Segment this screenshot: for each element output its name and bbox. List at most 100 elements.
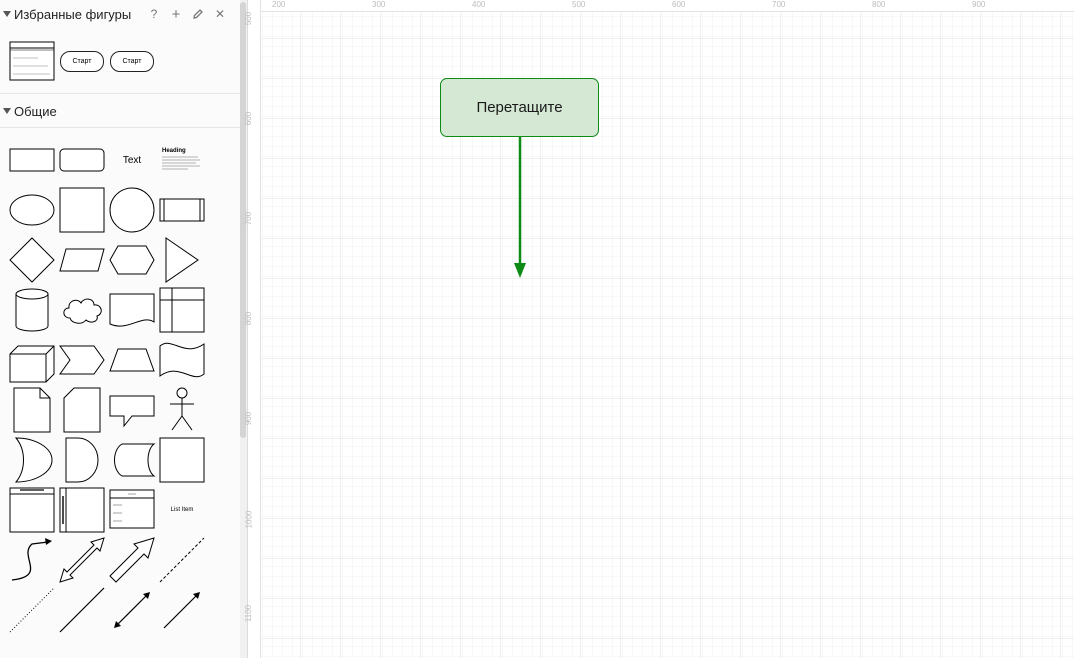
section-divider	[0, 93, 240, 94]
ruler-left-label: 1000	[244, 510, 254, 529]
process-shape[interactable]	[158, 186, 206, 234]
close-icon[interactable]: ✕	[212, 6, 228, 22]
circle-shape[interactable]	[108, 186, 156, 234]
list-item-label: List Item	[170, 507, 194, 513]
textbox-shape[interactable]: Heading	[158, 136, 206, 184]
card-shape[interactable]	[58, 386, 106, 434]
card-icon	[63, 387, 101, 433]
container-shape[interactable]	[8, 486, 56, 534]
ruler-left-label: 600	[244, 111, 254, 126]
ruler-left-label: 1100	[244, 604, 254, 623]
ruler-top-label: 900	[972, 0, 986, 9]
parallelogram-shape[interactable]	[58, 236, 106, 284]
square-shape[interactable]	[58, 186, 106, 234]
and-shape[interactable]	[58, 436, 106, 484]
ellipse-icon	[9, 194, 55, 226]
dashed-line-shape[interactable]	[158, 536, 206, 584]
line-shape[interactable]	[58, 586, 106, 634]
ruler-left-label: 800	[244, 311, 254, 326]
list-shape[interactable]	[108, 486, 156, 534]
bidirectional-arrow-shape[interactable]	[58, 536, 106, 584]
or-icon	[14, 437, 53, 483]
collapse-arrow-icon[interactable]	[3, 11, 11, 17]
ruler-top-label: 500	[572, 0, 586, 9]
internal-storage-icon	[159, 287, 205, 333]
and-icon	[65, 437, 99, 483]
tape-icon	[159, 342, 205, 378]
diamond-icon	[9, 237, 55, 283]
ruler-left: 500 600 700 800 900 1000 1100	[244, 0, 261, 658]
triangle-icon	[165, 237, 199, 283]
favorite-terminator-2[interactable]: Старт	[110, 51, 154, 72]
actor-shape[interactable]	[158, 386, 206, 434]
help-icon[interactable]: ?	[146, 6, 162, 22]
ruler-top-label: 600	[672, 0, 686, 9]
add-icon[interactable]: +	[168, 6, 184, 23]
step-icon	[59, 345, 105, 375]
canvas-grid	[248, 0, 1074, 658]
arrow-icon	[109, 537, 155, 583]
swimlane-shape[interactable]	[58, 486, 106, 534]
cloud-shape[interactable]	[58, 286, 106, 334]
square-icon	[59, 187, 105, 233]
callout-icon	[109, 395, 155, 428]
or-shape[interactable]	[8, 436, 56, 484]
container-icon	[9, 487, 55, 533]
bidirectional-arrow-icon	[59, 537, 105, 583]
ruler-top-label: 400	[472, 0, 486, 9]
ruler-left-label: 900	[244, 411, 254, 426]
process-icon	[159, 198, 205, 222]
favorites-header[interactable]: Избранные фигуры ? + ✕	[0, 1, 240, 27]
trapezoid-icon	[109, 348, 155, 372]
list-item-shape[interactable]: List Item	[158, 486, 206, 534]
diamond-shape[interactable]	[8, 236, 56, 284]
rectangle-shape[interactable]	[8, 136, 56, 184]
diagram-node[interactable]: Перетащите	[440, 78, 599, 137]
cylinder-shape[interactable]	[8, 286, 56, 334]
dashed-line-icon	[159, 537, 205, 583]
directional-connector-shape[interactable]	[158, 586, 206, 634]
note-shape[interactable]	[8, 386, 56, 434]
section-divider	[0, 127, 240, 128]
favorite-terminator-1[interactable]: Старт	[60, 51, 104, 72]
internal-storage-shape[interactable]	[158, 286, 206, 334]
step-shape[interactable]	[58, 336, 106, 384]
trapezoid-shape[interactable]	[108, 336, 156, 384]
table-shape-icon	[9, 41, 55, 81]
connector-edge[interactable]	[510, 137, 530, 282]
cloud-icon	[63, 298, 102, 324]
shapes-sidebar: Избранные фигуры ? + ✕ Старт Старт Общие	[0, 0, 240, 658]
tape-shape[interactable]	[158, 336, 206, 384]
ellipse-shape[interactable]	[8, 186, 56, 234]
bidirectional-connector-shape[interactable]	[108, 586, 156, 634]
callout-shape[interactable]	[108, 386, 156, 434]
diagram-canvas[interactable]	[248, 0, 1074, 658]
dotted-line-shape[interactable]	[8, 586, 56, 634]
favorite-table-shape[interactable]	[8, 40, 56, 88]
bidirectional-connector-icon	[114, 592, 150, 628]
ruler-top: 200 300 400 500 600 700 800 900	[248, 0, 1074, 12]
document-shape[interactable]	[108, 286, 156, 334]
text-shape[interactable]: Text	[108, 136, 156, 184]
cube-shape[interactable]	[8, 336, 56, 384]
curve-shape[interactable]	[8, 536, 56, 584]
frame-shape[interactable]	[158, 436, 206, 484]
terminator-label: Старт	[122, 58, 142, 65]
collapse-arrow-icon[interactable]	[3, 108, 11, 114]
general-header[interactable]: Общие	[0, 98, 240, 124]
data-storage-shape[interactable]	[108, 436, 156, 484]
ruler-top-label: 200	[272, 0, 286, 9]
pencil-icon[interactable]	[190, 6, 206, 22]
favorites-title: Избранные фигуры	[14, 6, 132, 22]
list-icon	[109, 489, 155, 529]
ruler-top-label: 700	[772, 0, 786, 9]
hexagon-shape[interactable]	[108, 236, 156, 284]
ruler-left-label: 500	[244, 11, 254, 26]
rounded-rectangle-shape[interactable]	[58, 136, 106, 184]
triangle-shape[interactable]	[158, 236, 206, 284]
data-storage-icon	[114, 443, 156, 477]
rounded-rectangle-icon	[59, 148, 105, 172]
arrow-shape[interactable]	[108, 536, 156, 584]
cylinder-icon	[15, 288, 49, 332]
ruler-top-label: 800	[872, 0, 886, 9]
